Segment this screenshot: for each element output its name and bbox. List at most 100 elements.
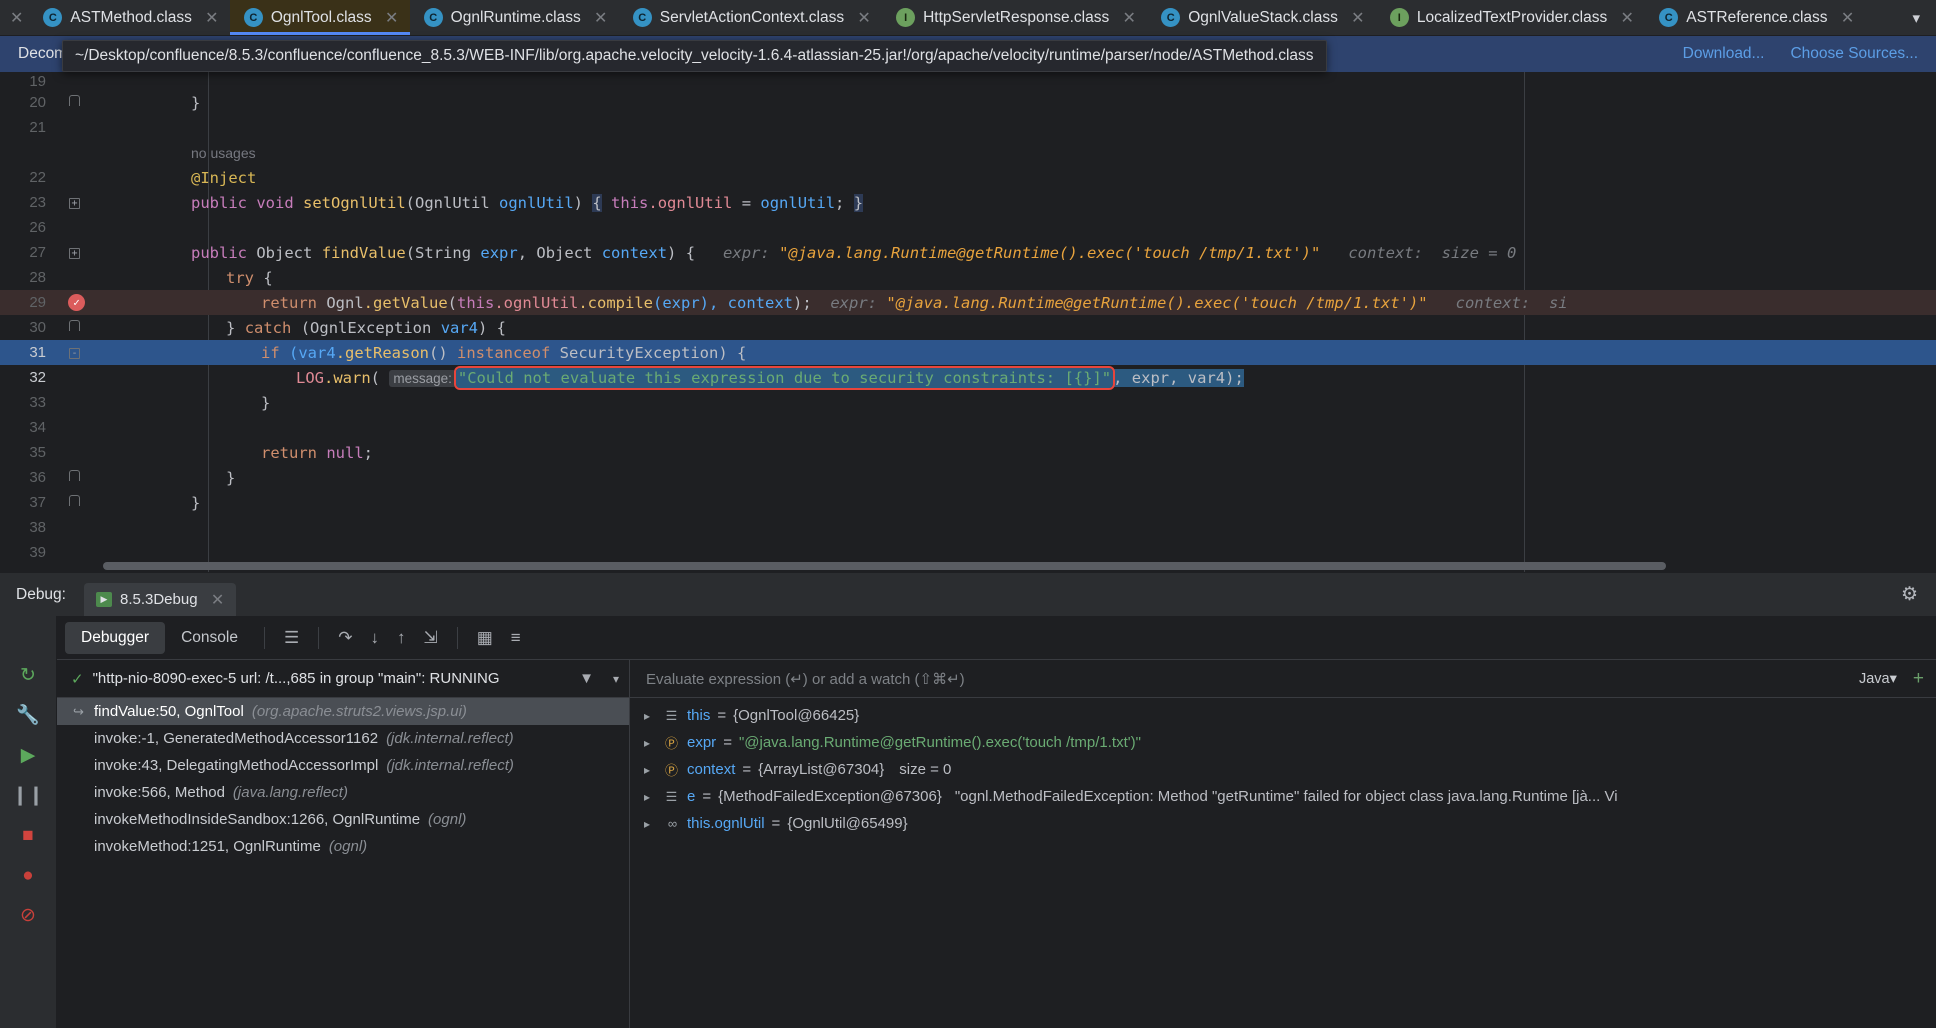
thread-selector[interactable]: ✓ "http-nio-8090-exec-5 url: /t...,685 i…	[57, 660, 629, 698]
tab-console[interactable]: Console	[165, 622, 254, 654]
reference-icon: ∞	[667, 816, 677, 831]
call-stack-list: ↪ findValue:50, OgnlTool (org.apache.str…	[57, 698, 629, 1028]
tab-ognlvaluestack[interactable]: C OgnlValueStack.class ✕	[1147, 0, 1376, 35]
settings-wrench-icon[interactable]: 🔧	[16, 706, 40, 725]
pause-program-icon[interactable]: ❙❙	[12, 786, 44, 805]
variable-row[interactable]: ▸ ☰ this = {OgnlTool@66425}	[630, 702, 1936, 729]
fold-marker[interactable]	[58, 95, 91, 110]
editor-tab-bar: ✕ C ASTMethod.class ✕ C OgnlTool.class ✕…	[0, 0, 1936, 36]
chevron-down-icon[interactable]: ▾	[603, 672, 619, 686]
frame-row[interactable]: invoke:-1, GeneratedMethodAccessor1162 (…	[57, 725, 629, 752]
close-icon[interactable]: ✕	[204, 8, 220, 28]
fold-marker[interactable]: +	[58, 245, 91, 260]
frame-row[interactable]: ↪ findValue:50, OgnlTool (org.apache.str…	[57, 698, 629, 725]
variable-extra: "ognl.MethodFailedException: Method "get…	[954, 788, 1618, 805]
fold-marker[interactable]: +	[58, 195, 91, 210]
class-icon: C	[43, 8, 63, 27]
close-icon[interactable]: ✕	[384, 8, 400, 28]
layout-settings-icon[interactable]: ≡	[502, 628, 530, 648]
tab-ognlruntime[interactable]: C OgnlRuntime.class ✕	[410, 0, 619, 35]
line-number: 35	[29, 444, 46, 461]
line-number: 29	[0, 294, 58, 311]
close-icon[interactable]: ✕	[1840, 8, 1856, 28]
breakpoint-icon[interactable]: ✓	[68, 294, 85, 311]
code-lines: 19 20 } 21 no usages 22 @Inject 23 + pub…	[0, 72, 1936, 572]
scrollbar-thumb[interactable]	[103, 562, 1666, 570]
inline-hint-value: "@java.lang.Runtime@getRuntime().exec('t…	[886, 293, 1428, 312]
close-icon[interactable]: ✕	[1350, 8, 1366, 28]
expand-icon[interactable]: ▸	[644, 736, 656, 750]
show-threads-icon[interactable]: ☰	[275, 628, 308, 648]
frame-row[interactable]: invokeMethodInsideSandbox:1266, OgnlRunt…	[57, 806, 629, 833]
frame-method: invoke:-1, GeneratedMethodAccessor1162	[94, 730, 379, 747]
code-line: 27 + public Object findValue(String expr…	[0, 240, 1936, 265]
close-icon[interactable]: ✕	[210, 590, 226, 610]
language-selector[interactable]: Java▾	[1859, 671, 1897, 687]
gear-icon[interactable]: ⚙	[1901, 583, 1918, 606]
equals-sign: =	[771, 815, 781, 832]
choose-sources-link[interactable]: Choose Sources...	[1790, 45, 1918, 63]
tab-servletactioncontext[interactable]: C ServletActionContext.class ✕	[619, 0, 882, 35]
code-line: 37 }	[0, 490, 1936, 515]
variable-row[interactable]: ▸ Ⓟ context = {ArrayList@67304} size = 0	[630, 756, 1936, 783]
code-editor[interactable]: 19 20 } 21 no usages 22 @Inject 23 + pub…	[0, 72, 1936, 572]
close-icon[interactable]: ✕	[856, 8, 872, 28]
line-number: 23	[29, 194, 46, 211]
tab-debugger[interactable]: Debugger	[65, 621, 166, 654]
stop-icon[interactable]: ■	[22, 826, 33, 845]
expand-icon[interactable]: ▸	[644, 763, 656, 777]
parameter-icon: Ⓟ	[664, 736, 678, 751]
fold-marker[interactable]	[58, 470, 91, 485]
line-number: 39	[29, 544, 46, 561]
chevron-down-icon[interactable]: ▾	[1896, 0, 1936, 35]
expand-icon[interactable]: ▸	[644, 817, 656, 831]
tab-astmethod[interactable]: C ASTMethod.class ✕	[29, 0, 229, 35]
fold-marker[interactable]	[58, 495, 91, 510]
close-icon[interactable]: ✕	[1121, 8, 1137, 28]
close-icon[interactable]: ✕	[593, 8, 609, 28]
file-path-tooltip: ~/Desktop/confluence/8.5.3/confluence/co…	[62, 40, 1327, 72]
tab-httpservletresponse[interactable]: I HttpServletResponse.class ✕	[882, 0, 1147, 35]
tab-ognltool[interactable]: C OgnlTool.class ✕	[229, 0, 410, 35]
evaluate-expression-icon[interactable]: ▦	[468, 628, 502, 648]
mute-breakpoints-icon[interactable]: ⊘	[20, 906, 36, 925]
no-usages-label[interactable]: no usages	[91, 145, 1936, 161]
variable-row[interactable]: ▸ Ⓟ expr = "@java.lang.Runtime@getRuntim…	[630, 729, 1936, 756]
evaluate-expression-row[interactable]: Evaluate expression (↵) or add a watch (…	[630, 660, 1936, 698]
line-number: 37	[29, 494, 46, 511]
variable-row[interactable]: ▸ ∞ this.ognlUtil = {OgnlUtil@65499}	[630, 810, 1936, 837]
fold-marker[interactable]	[58, 320, 91, 335]
tab-scroll-left[interactable]: ✕	[0, 0, 29, 35]
code-line: 21	[0, 115, 1936, 140]
run-to-cursor-icon[interactable]: ⇲	[414, 628, 446, 648]
resume-program-icon[interactable]: ▶	[21, 746, 36, 765]
download-link[interactable]: Download...	[1683, 45, 1765, 63]
view-breakpoints-icon[interactable]: ●	[22, 866, 33, 885]
inline-hint-label: expr:	[723, 243, 770, 262]
code-line: 20 }	[0, 90, 1936, 115]
close-icon[interactable]: ✕	[1619, 8, 1635, 28]
step-into-icon[interactable]: ↓	[361, 628, 388, 648]
line-number: 34	[29, 419, 46, 436]
code-line: 19	[0, 72, 1936, 90]
variable-row[interactable]: ▸ ☰ e = {MethodFailedException@67306} "o…	[630, 783, 1936, 810]
debugger-split: ✓ "http-nio-8090-exec-5 url: /t...,685 i…	[57, 660, 1936, 1028]
tab-localizedtextprovider[interactable]: I LocalizedTextProvider.class ✕	[1376, 0, 1645, 35]
editor-horizontal-scrollbar[interactable]	[103, 562, 1920, 570]
tab-label: HttpServletResponse.class	[923, 8, 1110, 26]
step-over-icon[interactable]: ↷	[329, 628, 361, 648]
filter-icon[interactable]: ▼	[579, 670, 594, 687]
expand-icon[interactable]: ▸	[644, 709, 656, 723]
variable-name: this.ognlUtil	[687, 815, 765, 832]
step-out-icon[interactable]: ↑	[388, 628, 415, 648]
fold-marker[interactable]: -	[58, 345, 91, 360]
tab-astreference[interactable]: C ASTReference.class ✕	[1645, 0, 1865, 35]
expand-icon[interactable]: ▸	[644, 790, 656, 804]
frame-row[interactable]: invoke:566, Method (java.lang.reflect)	[57, 779, 629, 806]
frame-row[interactable]: invokeMethod:1251, OgnlRuntime (ognl)	[57, 833, 629, 860]
debug-session-tab[interactable]: ▶ 8.5.3Debug ✕	[83, 582, 236, 617]
add-watch-icon[interactable]: +	[1897, 668, 1924, 690]
notice-actions: Download... Choose Sources...	[1683, 45, 1918, 63]
frame-row[interactable]: invoke:43, DelegatingMethodAccessorImpl …	[57, 752, 629, 779]
rerun-icon[interactable]: ↻	[20, 666, 36, 685]
